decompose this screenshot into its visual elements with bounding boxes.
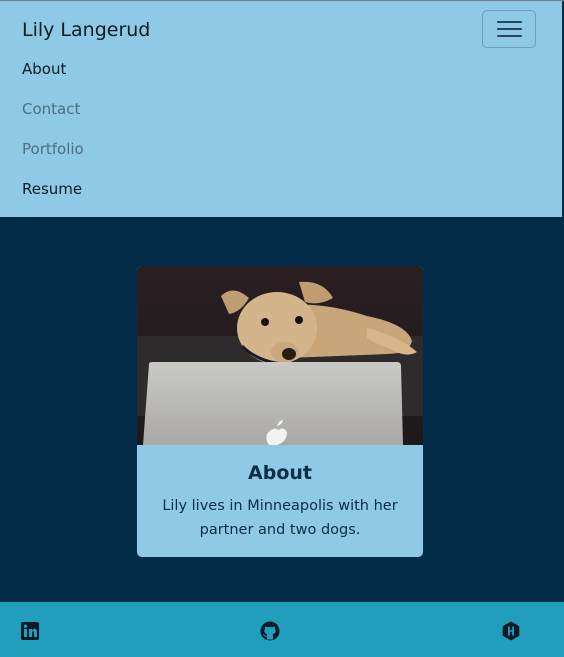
hackerrank-icon[interactable] bbox=[501, 621, 521, 641]
nav-link-about[interactable]: About bbox=[22, 60, 66, 78]
github-icon[interactable] bbox=[260, 621, 280, 641]
card-title: About bbox=[248, 462, 312, 484]
navbar: Lily Langerud About Contact Portfolio Re… bbox=[0, 1, 562, 217]
about-card-image bbox=[137, 266, 423, 445]
nav-link-contact[interactable]: Contact bbox=[22, 100, 80, 118]
linkedin-icon[interactable] bbox=[20, 621, 40, 641]
brand-name[interactable]: Lily Langerud bbox=[22, 19, 150, 41]
card-text: Lily lives in Minneapolis with her partn… bbox=[162, 498, 398, 538]
about-card: About Lily lives in Minneapolis with her… bbox=[137, 266, 423, 557]
nav-link-portfolio[interactable]: Portfolio bbox=[22, 140, 84, 158]
footer bbox=[0, 602, 564, 657]
nav-link-resume[interactable]: Resume bbox=[22, 180, 82, 198]
navbar-toggle-button[interactable] bbox=[482, 10, 536, 48]
